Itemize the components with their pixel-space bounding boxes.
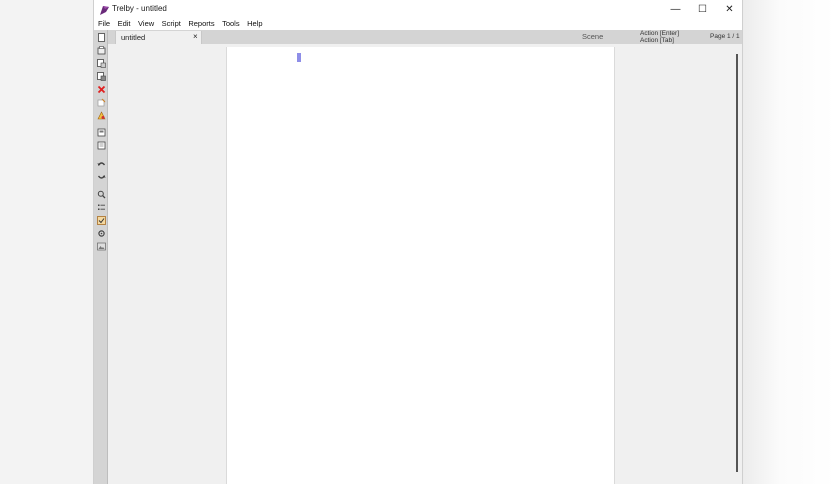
undo-icon[interactable] [96,159,106,169]
menu-help[interactable]: Help [247,18,262,30]
settings-icon[interactable] [96,228,106,238]
script-page[interactable] [226,47,615,484]
find-icon[interactable] [96,189,106,199]
tab-close-icon[interactable]: × [193,32,198,42]
vertical-scrollbar[interactable] [736,54,738,472]
save-icon[interactable] [96,58,106,68]
close-icon[interactable] [96,84,106,94]
tab-label: untitled [121,33,146,42]
menu-reports[interactable]: Reports [188,18,214,30]
menu-bar: File Edit View Script Reports Tools Help [94,18,742,30]
menu-file[interactable]: File [98,18,110,30]
screenshot-icon[interactable] [96,241,106,251]
redo-icon[interactable] [96,171,106,181]
close-window-button[interactable]: ✕ [716,0,742,18]
menu-edit[interactable]: Edit [118,18,131,30]
trelby-app-icon [99,3,110,15]
maximize-button[interactable]: ☐ [689,0,716,18]
menu-script[interactable]: Script [162,18,181,30]
menu-view[interactable]: View [138,18,154,30]
tab-untitled[interactable]: untitled × [115,31,202,44]
element-type-indicator: Scene [582,32,604,41]
tab-bar: untitled × Scene Action [Enter] Action [… [108,30,742,44]
spellcheck-icon[interactable] [96,215,106,225]
script-settings-icon[interactable] [96,127,106,137]
title-bar[interactable]: Trelby - untitled — ☐ ✕ [94,0,742,18]
print-icon[interactable] [96,110,106,120]
new-icon[interactable] [96,32,106,42]
window-title: Trelby - untitled [112,4,167,13]
export-icon[interactable] [96,97,106,107]
open-icon[interactable] [96,45,106,55]
hint-tab: Action [Tab] [640,37,674,44]
minimize-button[interactable]: — [662,0,689,18]
menu-tools[interactable]: Tools [222,18,240,30]
text-cursor [297,53,301,62]
save-as-icon[interactable] [96,71,106,81]
keyboard-hints: Action [Enter] Action [Tab] [640,30,679,44]
desktop-background [743,0,836,484]
left-toolbar [94,30,108,484]
hint-enter: Action [Enter] [640,30,680,37]
import-icon[interactable] [96,140,106,150]
list-icon[interactable] [96,202,106,212]
page-indicator: Page 1 / 1 [710,33,740,40]
app-window: Trelby - untitled — ☐ ✕ File Edit View S… [93,0,743,484]
